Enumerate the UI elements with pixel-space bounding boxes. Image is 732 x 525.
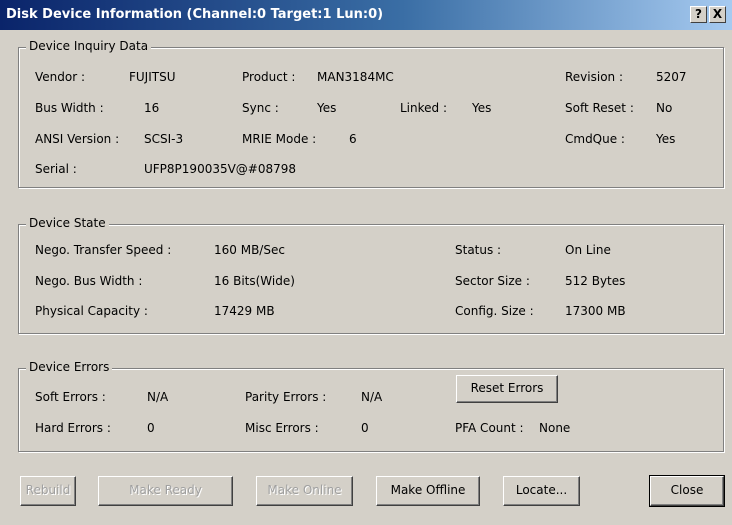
- device-inquiry-legend: Device Inquiry Data: [26, 39, 152, 53]
- revision-label: Revision :: [565, 70, 624, 84]
- linked-value: Yes: [472, 101, 492, 115]
- vendor-value: FUJITSU: [129, 70, 176, 84]
- config-size-label: Config. Size :: [455, 304, 534, 318]
- make-online-button[interactable]: Make Online: [256, 476, 353, 506]
- device-errors-group: Device Errors Soft Errors : N/A Parity E…: [18, 360, 724, 452]
- status-label: Status :: [455, 243, 502, 257]
- sync-value: Yes: [317, 101, 337, 115]
- help-button[interactable]: ?: [690, 6, 707, 23]
- device-state-legend: Device State: [26, 216, 109, 230]
- revision-value: 5207: [656, 70, 687, 84]
- product-label: Product :: [242, 70, 296, 84]
- pfa-count-value: None: [539, 421, 571, 435]
- mrie-mode-value: 6: [349, 132, 357, 146]
- parity-errors-value: N/A: [361, 390, 383, 404]
- config-size-value: 17300 MB: [565, 304, 626, 318]
- bus-width-value: 16: [144, 101, 160, 115]
- misc-errors-label: Misc Errors :: [245, 421, 319, 435]
- mrie-mode-label: MRIE Mode :: [242, 132, 317, 146]
- parity-errors-label: Parity Errors :: [245, 390, 327, 404]
- physical-capacity-label: Physical Capacity :: [35, 304, 148, 318]
- transfer-speed-label: Nego. Transfer Speed :: [35, 243, 172, 257]
- window-title: Disk Device Information (Channel:0 Targe…: [6, 7, 384, 22]
- serial-label: Serial :: [35, 162, 77, 176]
- cmdque-value: Yes: [656, 132, 676, 146]
- nego-bus-width-value: 16 Bits(Wide): [214, 274, 295, 288]
- reset-errors-button[interactable]: Reset Errors: [456, 375, 558, 403]
- close-button[interactable]: Close: [649, 475, 725, 507]
- status-value: On Line: [565, 243, 611, 257]
- linked-label: Linked :: [400, 101, 448, 115]
- device-state-group: Device State Nego. Transfer Speed : 160 …: [18, 216, 724, 334]
- hard-errors-value: 0: [147, 421, 155, 435]
- misc-errors-value: 0: [361, 421, 369, 435]
- vendor-label: Vendor :: [35, 70, 86, 84]
- title-bar: Disk Device Information (Channel:0 Targe…: [0, 0, 732, 30]
- serial-value: UFP8P190035V@#08798: [144, 162, 297, 176]
- product-value: MAN3184MC: [317, 70, 394, 84]
- soft-errors-value: N/A: [147, 390, 169, 404]
- sector-size-label: Sector Size :: [455, 274, 530, 288]
- soft-reset-value: No: [656, 101, 673, 115]
- make-ready-button[interactable]: Make Ready: [98, 476, 233, 506]
- close-window-button[interactable]: X: [709, 6, 726, 23]
- locate-button[interactable]: Locate...: [503, 476, 580, 506]
- pfa-count-label: PFA Count :: [455, 421, 524, 435]
- nego-bus-width-label: Nego. Bus Width :: [35, 274, 143, 288]
- ansi-version-value: SCSI-3: [144, 132, 184, 146]
- transfer-speed-value: 160 MB/Sec: [214, 243, 285, 257]
- bus-width-label: Bus Width :: [35, 101, 104, 115]
- cmdque-label: CmdQue :: [565, 132, 625, 146]
- soft-errors-label: Soft Errors :: [35, 390, 106, 404]
- ansi-version-label: ANSI Version :: [35, 132, 120, 146]
- rebuild-button[interactable]: Rebuild: [20, 476, 76, 506]
- physical-capacity-value: 17429 MB: [214, 304, 275, 318]
- device-errors-legend: Device Errors: [26, 360, 113, 374]
- hard-errors-label: Hard Errors :: [35, 421, 111, 435]
- sync-label: Sync :: [242, 101, 279, 115]
- device-inquiry-group: Device Inquiry Data Vendor : FUJITSU Pro…: [18, 39, 724, 188]
- make-offline-button[interactable]: Make Offline: [376, 476, 480, 506]
- sector-size-value: 512 Bytes: [565, 274, 626, 288]
- soft-reset-label: Soft Reset :: [565, 101, 634, 115]
